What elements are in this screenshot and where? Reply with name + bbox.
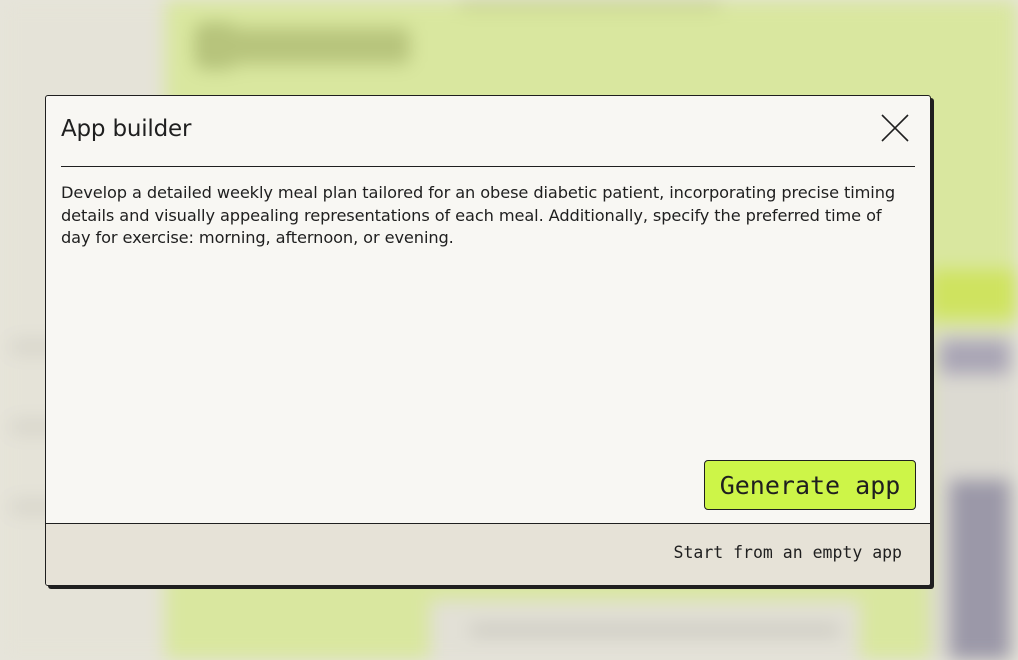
close-icon	[881, 114, 909, 142]
generate-app-button[interactable]: Generate app	[704, 460, 916, 510]
prompt-textarea[interactable]: Develop a detailed weekly meal plan tail…	[61, 182, 915, 452]
dialog-header: App builder	[61, 96, 915, 167]
dialog-footer: Start from an empty app	[46, 523, 930, 585]
background-title	[200, 28, 410, 64]
app-builder-dialog: App builder Develop a detailed weekly me…	[45, 95, 931, 586]
start-empty-app-link[interactable]: Start from an empty app	[674, 543, 902, 562]
dialog-title: App builder	[61, 116, 192, 142]
close-button[interactable]	[879, 112, 911, 144]
